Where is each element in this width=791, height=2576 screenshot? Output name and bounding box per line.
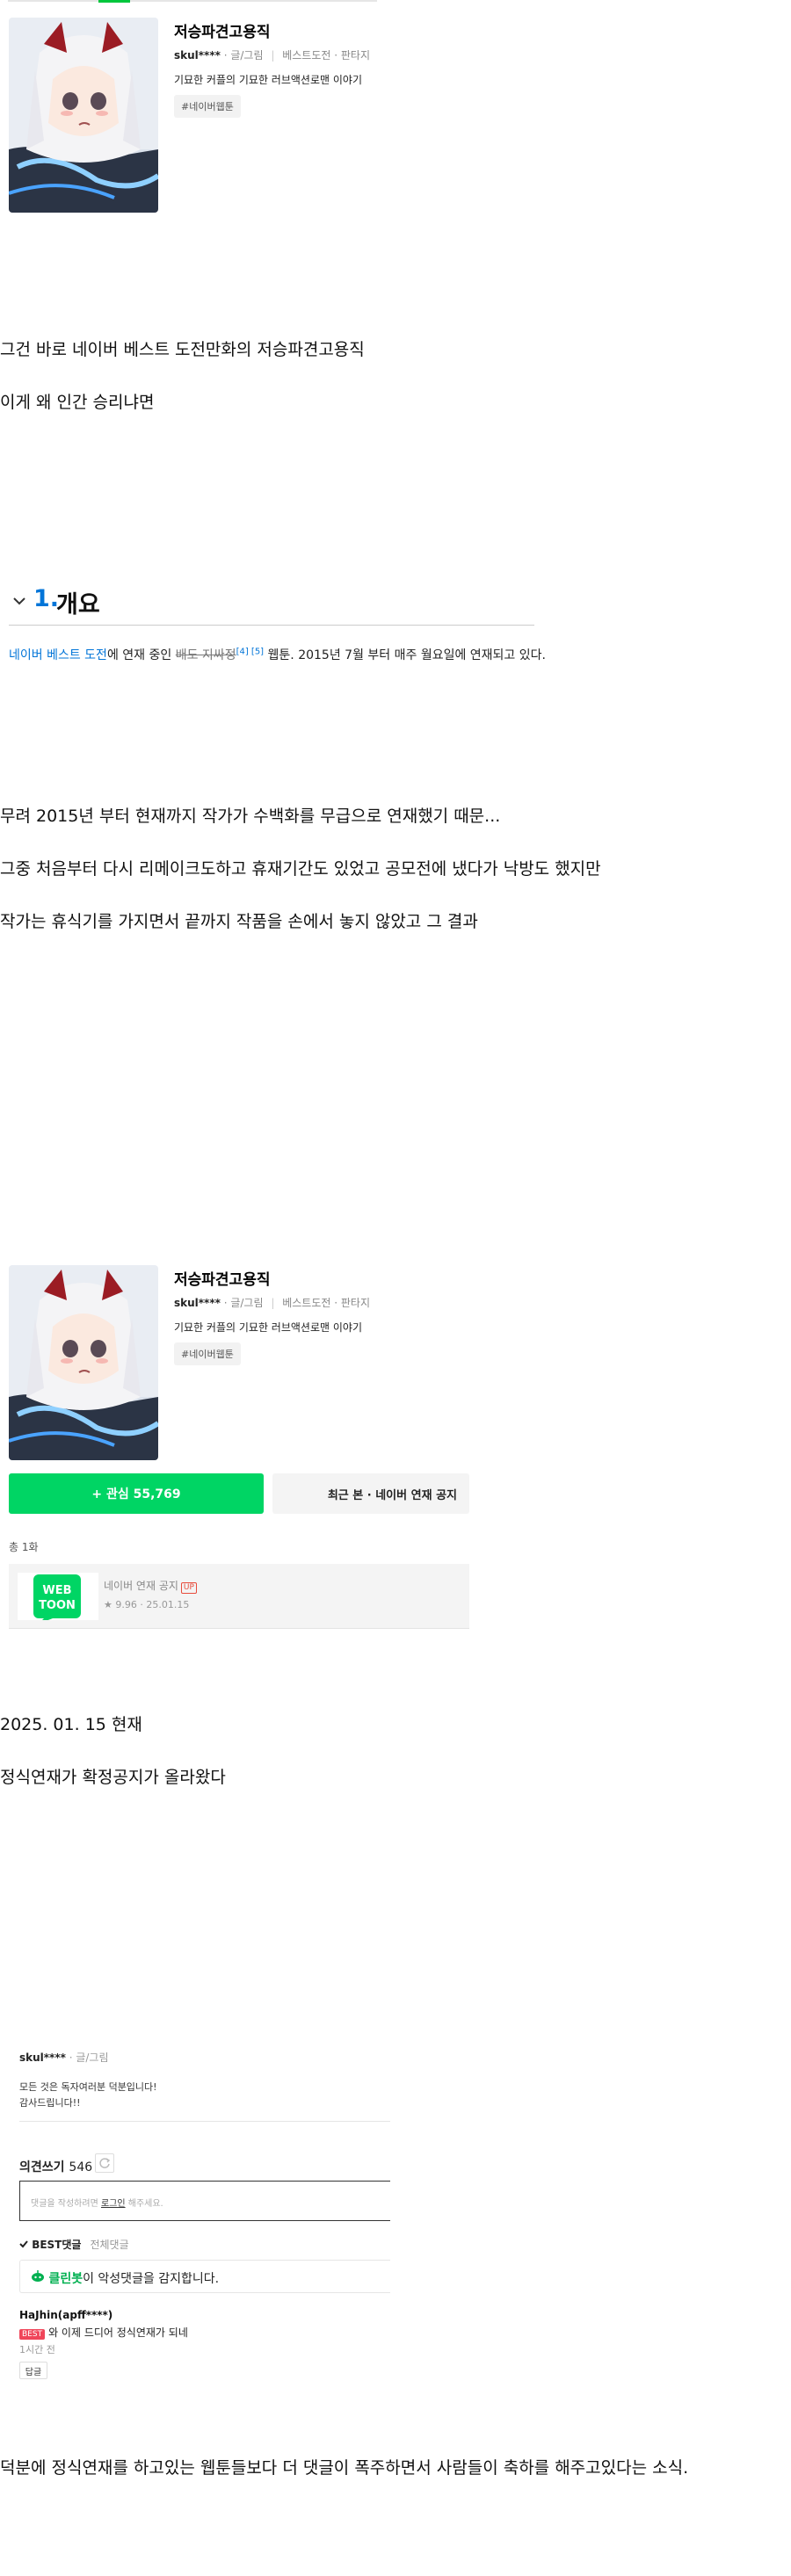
favorite-button[interactable]: + 관심 55,769 [9,1473,264,1514]
comment-count: 546 [69,2160,93,2174]
divider [19,2121,390,2122]
webtoon-logo-bottom: TOON [39,1599,76,1612]
meta-separator: | [271,1297,275,1309]
comic-meta: skul**** · 글/그림 | 베스트도전 · 판타지 [174,47,370,62]
comment-header: 의견쓰기 546 [19,2158,92,2175]
comment-input-placeholder: 해주세요. [125,2199,163,2209]
all-comments-tab[interactable]: 전체댓글 [90,2239,128,2251]
cleanbot-notice[interactable]: 클린봇이 악성댓글을 감지합니다. [19,2260,390,2293]
comic-author-role: · 글/그림 [223,1297,264,1309]
login-link[interactable]: 로그인 [101,2199,126,2209]
comic-tag[interactable]: #네이버웹툰 [174,95,241,118]
webtoon-logo: WEB TOON [33,1574,81,1624]
episode-title: 네이버 연재 공지 [104,1580,178,1592]
comment-filter: BEST댓글 전체댓글 [19,2237,129,2252]
paragraph: 정식연재가 확정공지가 올라왔다 [0,1768,226,1787]
comic-category: 베스트도전 [282,1297,331,1309]
wiki-strike: 배도 지싸정 [175,648,236,662]
author-name[interactable]: skul**** [19,2051,66,2064]
cleanbot-icon [32,2270,44,2282]
paragraph: 이게 왜 인간 승리냐면 [0,393,155,412]
comment-time: 1시간 전 [19,2344,55,2355]
comic-thumbnail-art [9,18,158,213]
wiki-link[interactable]: 네이버 베스트 도전 [9,648,107,662]
wiki-footnotes[interactable]: [4] [5] [236,647,265,656]
wiki-text: 웹툰. 2015년 7월 부터 매주 월요일에 연재되고 있다. [264,648,546,662]
cleanbot-text: 이 악성댓글을 감지합니다. [83,2272,220,2286]
comic-author[interactable]: skul**** [174,49,221,62]
episode-title-wrap: 네이버 연재 공지 UP [104,1578,197,1594]
section-heading[interactable]: 1. 개요 [9,583,534,626]
paragraph: 작가는 휴식기를 가지면서 끝까지 작품을 손에서 놓지 않았고 그 결과 [0,912,478,931]
wiki-summary: 네이버 베스트 도전에 연재 중인 배도 지싸정[4] [5] 웹툰. 2015… [9,646,546,663]
episode-thumbnail: WEB TOON [18,1573,98,1624]
reply-button[interactable]: 답글 [19,2362,47,2379]
comic-thumbnail-art [9,1265,158,1460]
episode-count: 총 1화 [9,1541,39,1553]
author-comment-header: skul**** · 글/그림 [19,2050,109,2065]
best-badge: BEST [19,2329,46,2340]
comic-title[interactable]: 저승파견고용직 [174,1267,270,1289]
top-divider [8,0,377,2]
author-note: 모든 것은 독자여러분 덕분입니다! 감사드립니다!! [19,2080,157,2111]
author-note-line: 모든 것은 독자여러분 덕분입니다! [19,2081,157,2093]
comic-thumbnail[interactable] [9,18,158,213]
wiki-text: 에 연재 중인 [106,648,176,662]
comment-body: BEST 와 이제 드디어 정식연재가 되네 [19,2325,188,2340]
up-badge: UP [180,1582,197,1594]
meta-separator: | [271,49,275,62]
best-comments-tab[interactable]: BEST댓글 [32,2239,81,2251]
comic-title[interactable]: 저승파견고용직 [174,19,270,41]
comic-category: 베스트도전 [282,49,331,62]
comment-label: 의견쓰기 [19,2160,65,2174]
comic-description: 기묘한 커플의 기묘한 러브액션로맨 이야기 [174,1321,362,1334]
author-role: · 글/그림 [65,2051,109,2064]
paragraph: 2025. 01. 15 현재 [0,1715,142,1734]
section-number: 1. [33,585,60,612]
comment-input[interactable]: 댓글을 작성하려면 로그인 해주세요. [19,2181,390,2221]
refresh-button[interactable] [95,2153,114,2173]
comic-genre: · 판타지 [334,49,370,62]
comic-meta: skul**** · 글/그림 | 베스트도전 · 판타지 [174,1295,370,1310]
episode-meta: ★ 9.96 · 25.01.15 [104,1599,190,1610]
author-note-line: 감사드립니다!! [19,2097,81,2109]
comic-tag[interactable]: #네이버웹툰 [174,1342,241,1365]
episode-row[interactable]: WEB TOON 네이버 연재 공지 UP ★ 9.96 · 25.01.15 [9,1564,469,1629]
comic-thumbnail[interactable] [9,1265,158,1460]
comic-description: 기묘한 커플의 기묘한 러브액션로맨 이야기 [174,74,362,86]
comment-text: 와 이제 드디어 정식연재가 되네 [48,2326,188,2339]
comment-input-placeholder: 댓글을 작성하려면 [31,2199,101,2209]
comic-author[interactable]: skul**** [174,1297,221,1309]
comic-genre: · 판타지 [334,1297,370,1309]
paragraph: 그중 처음부터 다시 리메이크도하고 휴재기간도 있었고 공모전에 냈다가 낙방… [0,859,601,879]
paragraph: 덕분에 정식연재를 하고있는 웹툰들보다 더 댓글이 폭주하면서 사람들이 축하… [0,2458,689,2478]
recent-view-button[interactable]: 최근 본 · 네이버 연재 공지 [272,1473,469,1514]
comment-author[interactable]: HaJhin(apff****) [19,2309,112,2321]
section-title: 개요 [56,591,100,619]
refresh-icon [99,2158,111,2168]
paragraph: 그건 바로 네이버 베스트 도전만화의 저승파견고용직 [0,340,365,359]
active-indicator [98,0,130,3]
chevron-down-icon [13,597,25,605]
webtoon-logo-top: WEB [42,1584,71,1597]
cleanbot-name: 클린봇 [48,2272,83,2286]
paragraph: 무려 2015년 부터 현재까지 작가가 수백화를 무급으로 연재했기 때문..… [0,807,501,826]
check-icon [19,2240,28,2248]
comic-author-role: · 글/그림 [223,49,264,62]
